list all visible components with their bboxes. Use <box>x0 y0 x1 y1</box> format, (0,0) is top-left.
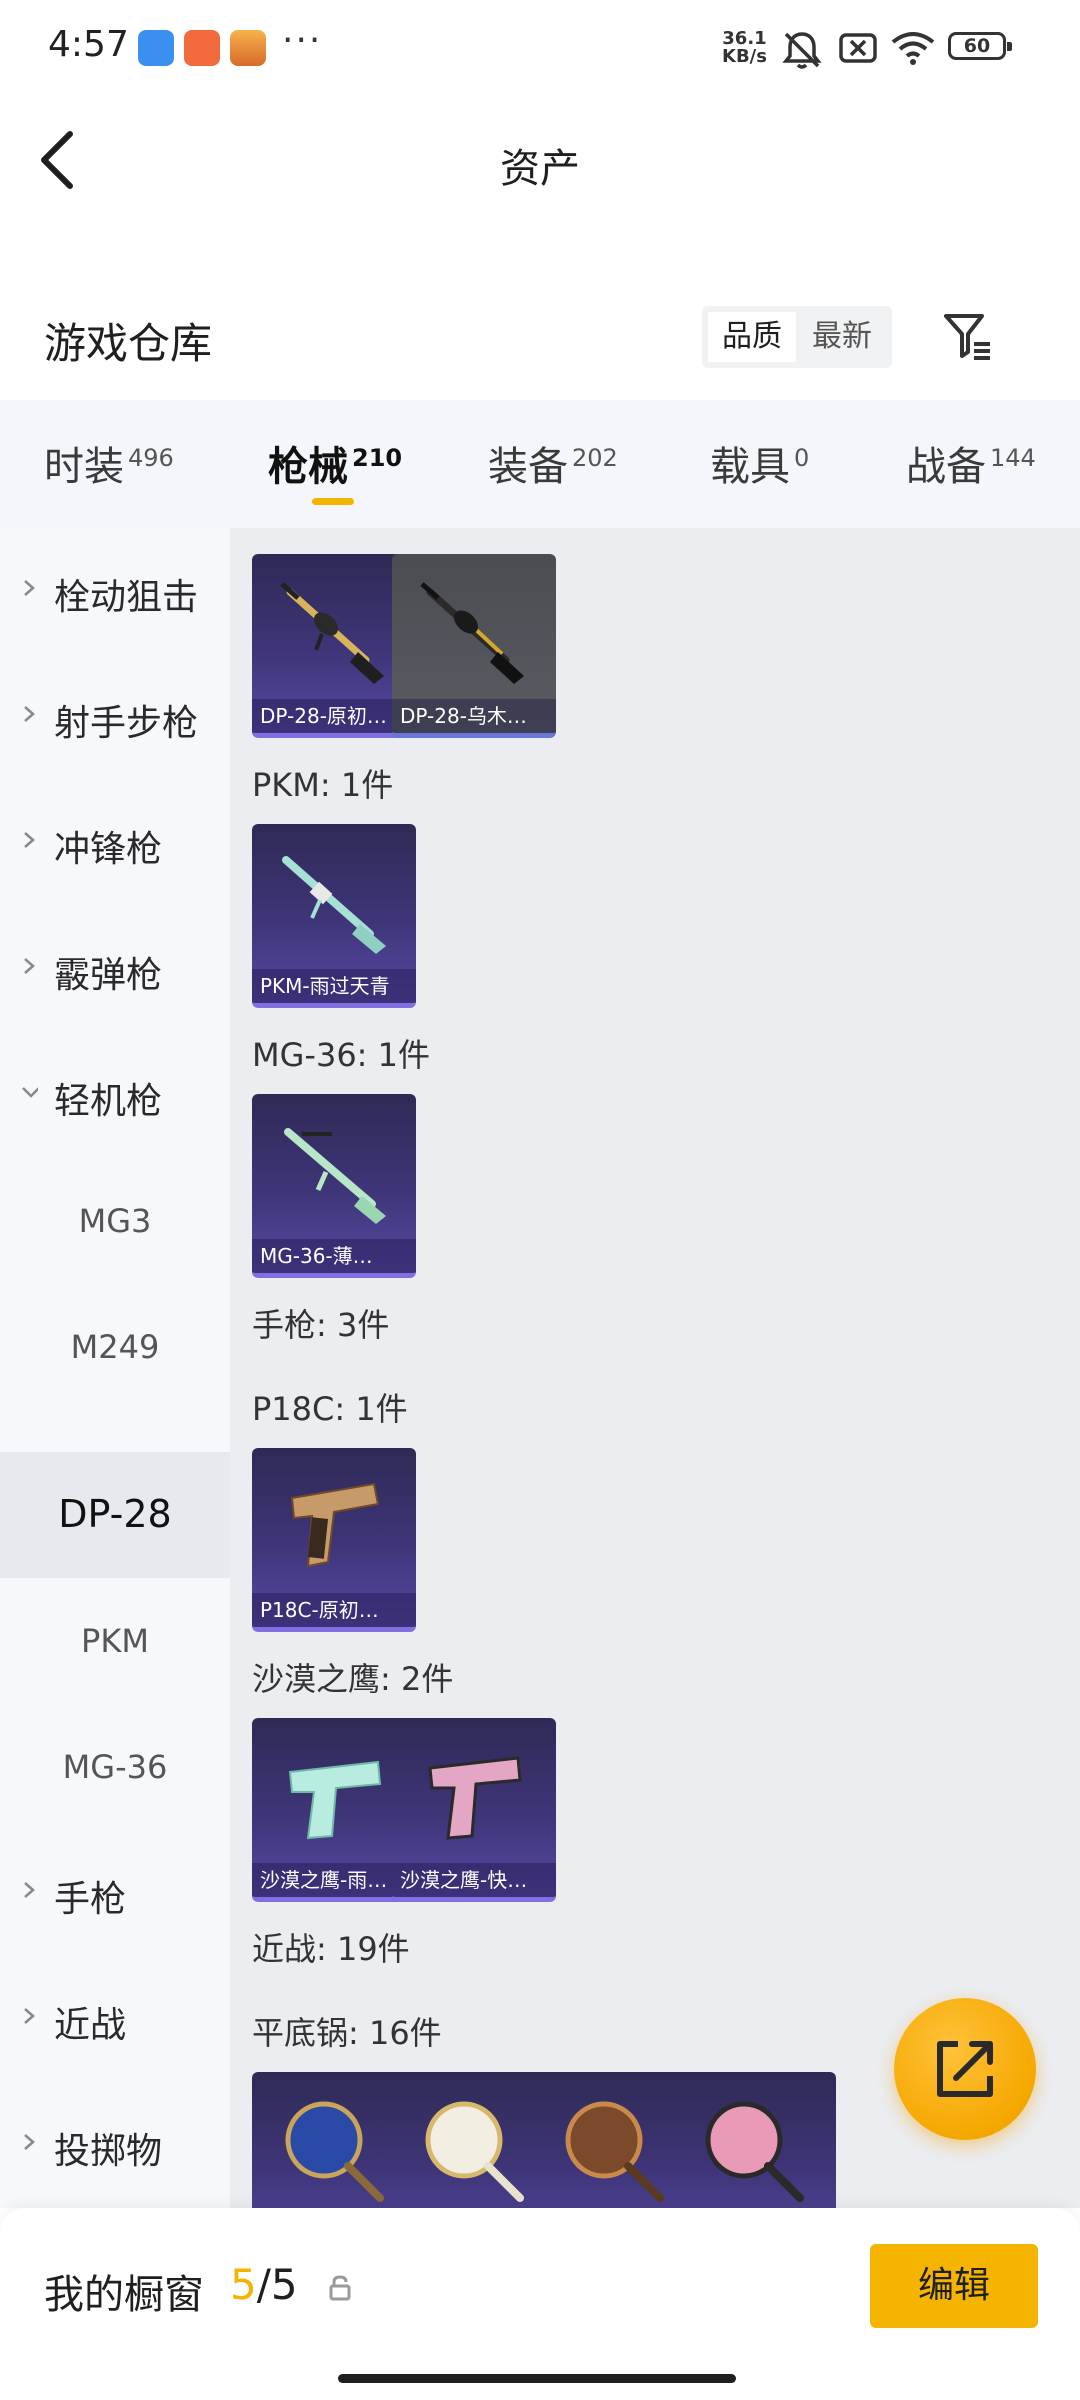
chevron-down-icon <box>22 1087 38 1098</box>
filter-button[interactable] <box>938 306 998 366</box>
pan-skin-icon <box>285 2101 384 2202</box>
chevron-right-icon <box>24 580 35 596</box>
active-tab-indicator <box>312 498 354 505</box>
warehouse-title: 游戏仓库 <box>44 319 213 368</box>
battery-indicator: 60 <box>948 32 1012 60</box>
no-sim-icon <box>839 33 877 63</box>
tab-vehicles[interactable]: 载具 0 <box>710 434 809 492</box>
item-card[interactable]: P18C-原初… <box>252 1448 416 1632</box>
chevron-right-icon <box>24 2134 35 2150</box>
sidebar-subitem-dp28[interactable]: DP-28 <box>0 1452 230 1578</box>
sidebar-item-pistol[interactable]: 手枪 <box>0 1830 230 1956</box>
sort-toggle: 品质 最新 <box>702 306 892 368</box>
pan-skin-icon <box>565 2101 664 2202</box>
lock-icon <box>329 2275 351 2301</box>
sidebar-item-bolt-action-sniper[interactable]: 栓动狙击 <box>0 528 230 654</box>
lmg-skin-icon <box>420 582 524 684</box>
item-card[interactable]: 沙漠之鹰-快… <box>392 1718 556 1902</box>
edit-button[interactable]: 编辑 <box>870 2244 1038 2328</box>
item-card[interactable]: DP-28-乌木… <box>392 554 556 738</box>
chevron-right-icon <box>24 706 35 722</box>
item-card[interactable]: MG-36-薄… <box>252 1094 416 1278</box>
sidebar-subitem-mg36[interactable]: MG-36 <box>0 1704 230 1830</box>
lmg-skin-icon <box>284 1128 386 1224</box>
showcase-count: 5/5 <box>230 2260 298 2309</box>
group-label: 沙漠之鹰: 2件 <box>252 1660 454 1698</box>
item-grid: DP-28-原初… DP-28-乌木… PKM: 1件 PKM-雨过天青 MG-… <box>230 528 1080 2208</box>
sidebar-item-shotgun[interactable]: 霰弹枪 <box>0 906 230 1032</box>
group-label: 平底锅: 16件 <box>252 2014 442 2052</box>
sidebar-item-marksman-rifle[interactable]: 射手步枪 <box>0 654 230 780</box>
pistol-skin-icon <box>288 1760 382 1840</box>
group-label: 手枪: 3件 <box>252 1306 390 1344</box>
group-label: P18C: 1件 <box>252 1390 408 1428</box>
group-label: 近战: 19件 <box>252 1930 410 1968</box>
sidebar-item-smg[interactable]: 冲锋枪 <box>0 780 230 906</box>
sidebar-subitem-m249[interactable]: M249 <box>0 1284 230 1410</box>
page-title: 资产 <box>500 146 580 192</box>
sidebar-subitem-mg3[interactable]: MG3 <box>0 1158 230 1284</box>
notification-app-icon-orange <box>184 30 220 66</box>
wifi-icon <box>891 32 935 65</box>
chevron-right-icon <box>24 832 35 848</box>
share-external-icon <box>937 2041 993 2097</box>
notification-app-icon-game <box>230 30 266 66</box>
pan-skin-icon <box>425 2101 524 2202</box>
weapon-category-sidebar: 栓动狙击 射手步枪 冲锋枪 霰弹枪 轻机枪 MG3 M249 DP-28 PKM… <box>0 528 230 2208</box>
sidebar-item-lmg[interactable]: 轻机枪 <box>0 1032 230 1158</box>
notification-app-icon-blue <box>138 30 174 66</box>
sort-by-newest[interactable]: 最新 <box>798 312 886 362</box>
sidebar-item-melee[interactable]: 近战 <box>0 1956 230 2082</box>
tab-equipment[interactable]: 装备 202 <box>488 434 618 492</box>
group-label: PKM: 1件 <box>252 766 394 804</box>
filter-icon <box>944 314 990 360</box>
chevron-right-icon <box>24 1882 35 1898</box>
network-speed: 36.1 KB/s <box>722 28 767 67</box>
tab-fashion[interactable]: 时装 496 <box>44 434 174 492</box>
item-card[interactable] <box>672 2072 836 2208</box>
item-card[interactable]: PKM-雨过天青 <box>252 824 416 1008</box>
pistol-skin-icon <box>428 1756 522 1840</box>
tab-battle-gear[interactable]: 战备 144 <box>906 434 1036 492</box>
lmg-skin-icon <box>282 856 386 954</box>
home-indicator <box>338 2374 736 2383</box>
status-bar: 4:57 ··· 36.1 KB/s 60 <box>0 0 1080 96</box>
sort-by-quality[interactable]: 品质 <box>708 312 796 362</box>
pan-skin-icon <box>705 2101 804 2202</box>
mute-bell-icon <box>782 32 822 69</box>
category-tabs: 时装 496 枪械 210 装备 202 载具 0 战备 144 <box>0 400 1080 528</box>
chevron-right-icon <box>24 2008 35 2024</box>
sidebar-subitem-pkm[interactable]: PKM <box>0 1578 230 1704</box>
showcase-bottom-bar: 我的橱窗 5/5 编辑 <box>0 2208 1080 2400</box>
lmg-skin-icon <box>280 582 384 684</box>
share-fab-button[interactable] <box>894 1998 1036 2140</box>
group-label: MG-36: 1件 <box>252 1036 430 1074</box>
status-time: 4:57 <box>48 24 129 65</box>
sidebar-item-throwable[interactable]: 投掷物 <box>0 2082 230 2208</box>
showcase-title: 我的橱窗 <box>44 2272 204 2318</box>
more-notifications-icon: ··· <box>282 20 323 61</box>
tab-firearms[interactable]: 枪械 210 <box>268 434 402 492</box>
pistol-skin-icon <box>290 1482 380 1568</box>
chevron-right-icon <box>24 958 35 974</box>
